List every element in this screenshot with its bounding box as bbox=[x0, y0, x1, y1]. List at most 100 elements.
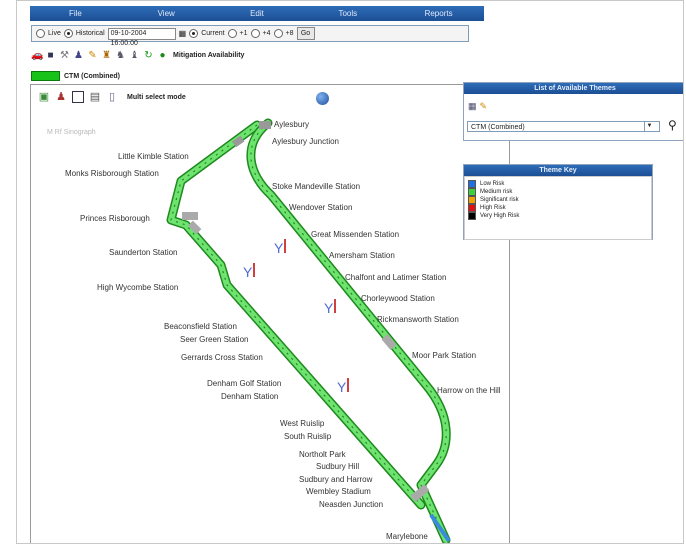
current-label: Current bbox=[201, 30, 225, 37]
search-person-icon[interactable]: ♟ bbox=[73, 50, 84, 61]
key-item: Medium risk bbox=[465, 188, 651, 196]
key-item: Very High Risk bbox=[465, 212, 651, 220]
theme-select[interactable]: CTM (Combined) ▼ bbox=[467, 121, 660, 132]
key-item: Significant risk bbox=[465, 196, 651, 204]
theme-select-value: CTM (Combined) bbox=[471, 124, 525, 131]
map-person-icon[interactable]: ♟ bbox=[55, 91, 67, 103]
availability-status-icon: ● bbox=[159, 49, 166, 61]
station-label[interactable]: High Wycombe Station bbox=[97, 283, 178, 292]
station-label[interactable]: South Ruislip bbox=[284, 432, 331, 441]
current-radio[interactable] bbox=[189, 29, 199, 38]
key-item: High Risk bbox=[465, 204, 651, 212]
station-label[interactable]: Seer Green Station bbox=[180, 335, 248, 344]
station-label[interactable]: Harrow on the Hill bbox=[437, 386, 501, 395]
key-item: Low Risk bbox=[465, 180, 651, 188]
station-label[interactable]: Beaconsfield Station bbox=[164, 322, 237, 331]
station-label[interactable]: Stoke Mandeville Station bbox=[272, 182, 360, 191]
svg-text:Y: Y bbox=[243, 264, 253, 280]
station-label[interactable]: Aylesbury bbox=[274, 120, 309, 129]
swatch-significant-risk bbox=[468, 196, 476, 204]
swatch-low-risk bbox=[468, 180, 476, 188]
theme-key-panel: Theme Key Low Risk Medium risk Significa… bbox=[463, 164, 653, 240]
station-label[interactable]: Wembley Stadium bbox=[306, 487, 371, 496]
option-a-label: +1 bbox=[239, 30, 248, 37]
map-print-icon[interactable]: ▤ bbox=[89, 91, 101, 103]
station-label[interactable]: Wendover Station bbox=[289, 203, 352, 212]
svg-text:Y: Y bbox=[324, 300, 334, 316]
restriction-icon-1[interactable]: Y bbox=[274, 239, 286, 256]
live-label: Live bbox=[48, 30, 61, 37]
station-label[interactable]: Rickmansworth Station bbox=[377, 315, 459, 324]
tools-icon[interactable]: ⚒ bbox=[59, 50, 70, 61]
people-icon[interactable]: ♞ bbox=[115, 50, 126, 61]
refresh-icon[interactable]: ↻ bbox=[143, 50, 154, 61]
globe-icon[interactable] bbox=[316, 92, 329, 105]
chevron-down-icon[interactable]: ▼ bbox=[644, 122, 654, 131]
key-label: High Risk bbox=[480, 205, 506, 211]
menu-file[interactable]: File bbox=[30, 6, 121, 21]
station-label[interactable]: Sudbury Hill bbox=[316, 462, 359, 471]
station-label[interactable]: Aylesbury Junction bbox=[272, 137, 339, 146]
restriction-icon-2[interactable]: Y bbox=[243, 263, 255, 280]
key-label: Medium risk bbox=[480, 189, 513, 195]
station-label[interactable]: Amersham Station bbox=[329, 251, 395, 260]
swatch-very-high-risk bbox=[468, 212, 476, 220]
key-label: Very High Risk bbox=[480, 213, 520, 219]
station-label[interactable]: Northolt Park bbox=[299, 450, 346, 459]
svg-text:Y: Y bbox=[337, 379, 347, 395]
multi-select-label: Multi select mode bbox=[127, 93, 186, 101]
station-label[interactable]: Monks Risborough Station bbox=[65, 169, 159, 178]
station-label[interactable]: Denham Station bbox=[221, 392, 278, 401]
restriction-icon-3[interactable]: Y bbox=[324, 299, 336, 316]
key-label: Low Risk bbox=[480, 181, 505, 187]
station-label[interactable]: Marylebone bbox=[386, 532, 428, 541]
search-icon[interactable]: ⚲ bbox=[668, 118, 677, 132]
station-label[interactable]: Saunderton Station bbox=[109, 248, 178, 257]
station-label[interactable]: Neasden Junction bbox=[319, 500, 383, 509]
map-toolbar: ▣ ♟ ▤ ▯ Multi select mode bbox=[38, 91, 186, 103]
station-label[interactable]: Moor Park Station bbox=[412, 351, 476, 360]
station-label[interactable]: Chalfont and Latimer Station bbox=[345, 273, 446, 282]
datetime-input[interactable]: 09-10-2004 16:00:00 bbox=[107, 27, 176, 47]
menu-tools[interactable]: Tools bbox=[302, 6, 393, 21]
map-watermark: M Rf Sinograph bbox=[47, 129, 96, 136]
group-icon[interactable]: ♝ bbox=[129, 50, 140, 61]
bottle-icon[interactable]: ♜ bbox=[101, 50, 112, 61]
station-label[interactable]: Chorleywood Station bbox=[361, 294, 435, 303]
option-a-radio[interactable] bbox=[227, 29, 237, 38]
status-indicator bbox=[31, 71, 60, 81]
station-label[interactable]: West Ruislip bbox=[280, 419, 324, 428]
historical-radio[interactable] bbox=[63, 29, 73, 38]
restriction-icon-4[interactable]: Y bbox=[337, 378, 349, 395]
live-radio[interactable] bbox=[36, 29, 45, 38]
map-document-icon[interactable]: ▯ bbox=[106, 91, 118, 103]
station-label[interactable]: Sudbury and Harrow bbox=[299, 475, 372, 484]
go-button[interactable]: Go bbox=[296, 27, 315, 40]
train-icon[interactable]: ■ bbox=[45, 50, 56, 61]
station-label[interactable]: Princes Risborough bbox=[80, 214, 150, 223]
vehicle-icon[interactable]: 🚗 bbox=[31, 50, 43, 61]
calendar-icon[interactable]: ▦ bbox=[179, 29, 187, 38]
station-label[interactable]: Gerrards Cross Station bbox=[181, 353, 263, 362]
menu-edit[interactable]: Edit bbox=[212, 6, 303, 21]
station-label[interactable]: Denham Golf Station bbox=[207, 379, 281, 388]
application-window: File View Edit Tools Reports Live Histor… bbox=[16, 0, 684, 544]
menu-bar: File View Edit Tools Reports bbox=[30, 6, 484, 21]
select-box-icon[interactable] bbox=[72, 91, 84, 103]
station-label[interactable]: Little Kimble Station bbox=[118, 152, 189, 161]
grid-icon[interactable]: ▦ bbox=[468, 101, 477, 112]
map-panel: Y Y Y Y ▣ ♟ ▤ ▯ Multi select mode M Rf S… bbox=[30, 84, 510, 543]
edit-icon[interactable]: ✎ bbox=[480, 101, 488, 112]
swatch-high-risk bbox=[468, 204, 476, 212]
option-b-label: +4 bbox=[262, 30, 271, 37]
station-label[interactable]: Great Missenden Station bbox=[311, 230, 399, 239]
option-c-radio[interactable] bbox=[273, 29, 283, 38]
themes-panel-title: List of Available Themes bbox=[464, 83, 683, 94]
map-layer-icon[interactable]: ▣ bbox=[38, 91, 50, 103]
option-b-radio[interactable] bbox=[250, 29, 260, 38]
menu-reports[interactable]: Reports bbox=[393, 6, 484, 21]
swatch-medium-risk bbox=[468, 188, 476, 196]
pencil-icon[interactable]: ✎ bbox=[87, 50, 98, 61]
menu-view[interactable]: View bbox=[121, 6, 212, 21]
historical-label: Historical bbox=[75, 30, 105, 37]
